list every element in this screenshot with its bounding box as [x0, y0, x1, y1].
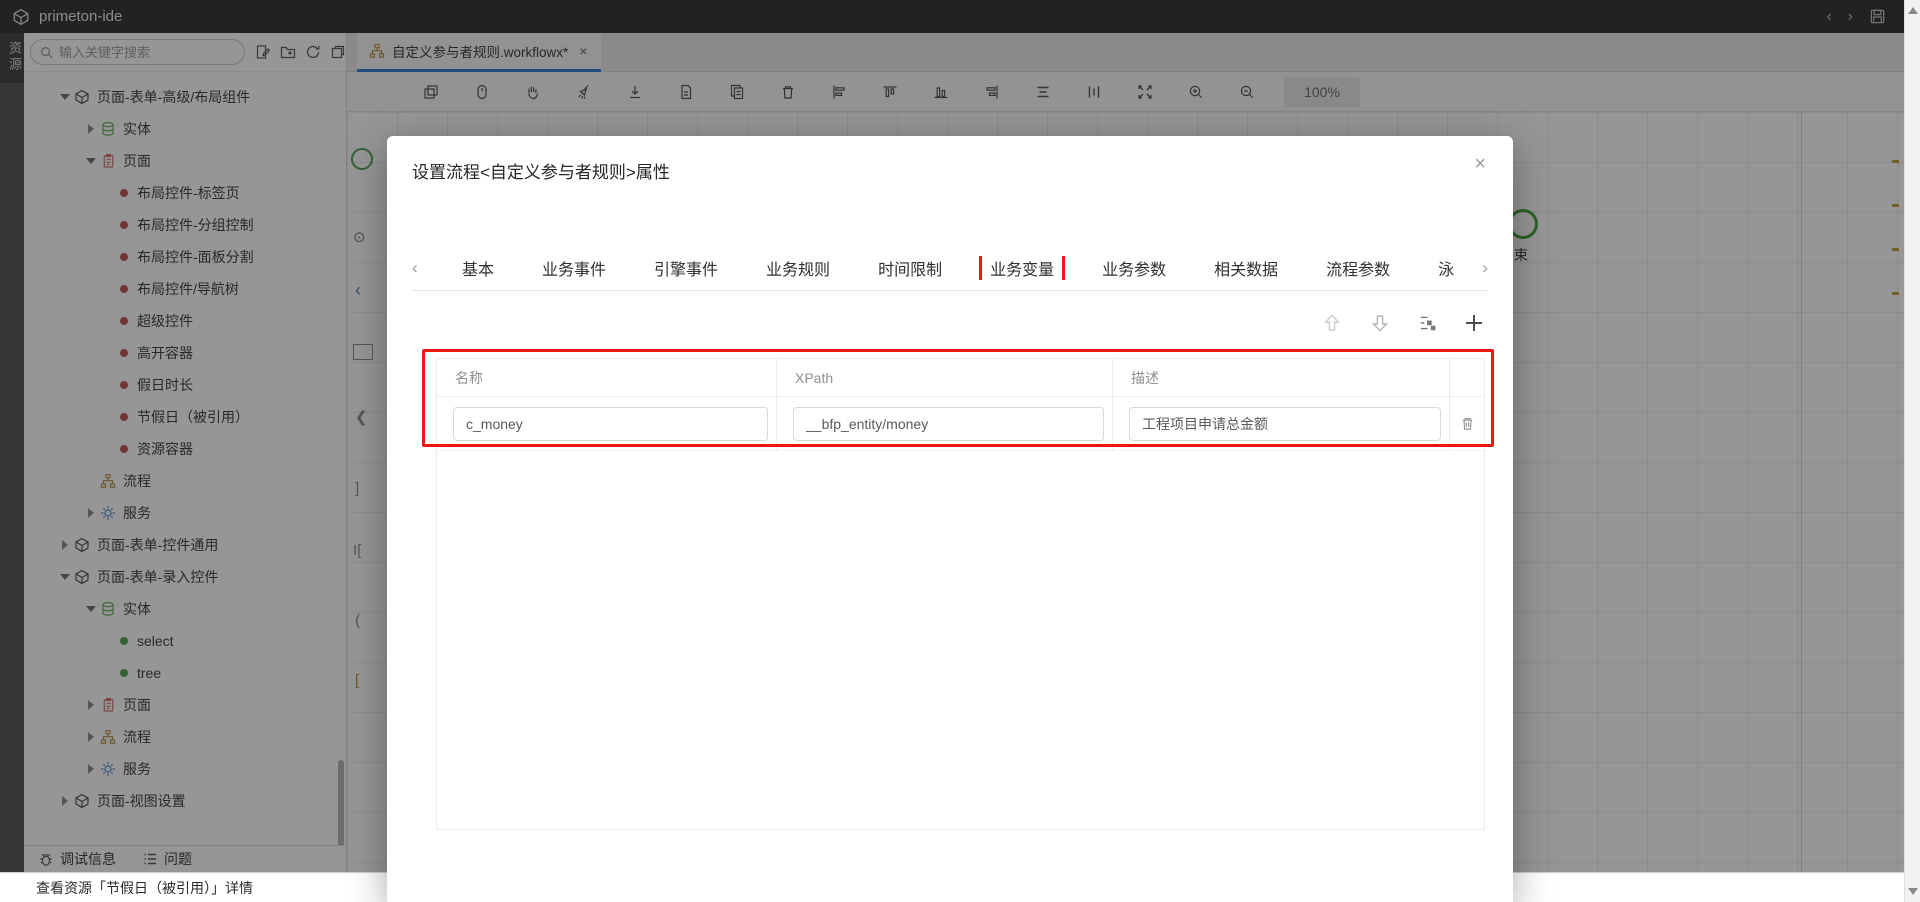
- application-window: primeton-ide ‹ › 资源: [0, 0, 1920, 902]
- column-header-actions: [1450, 359, 1484, 396]
- variable-xpath-input[interactable]: [793, 407, 1104, 441]
- window-scrollbar[interactable]: [1904, 0, 1920, 902]
- dialog-tab[interactable]: 业务事件: [542, 256, 606, 280]
- dialog-close-icon[interactable]: ×: [1474, 154, 1486, 174]
- process-properties-dialog: 设置流程<自定义参与者规则>属性 × ‹ 基本 业务事件 引擎事件 业务规则 时间限制 业…: [387, 136, 1513, 902]
- variable-name-input[interactable]: [453, 407, 768, 441]
- row-delete-button[interactable]: [1450, 397, 1484, 450]
- variable-description-input[interactable]: [1129, 407, 1441, 441]
- scroll-up-icon[interactable]: [1908, 7, 1918, 14]
- table-header: 名称 XPath 描述: [437, 359, 1484, 397]
- move-up-icon[interactable]: [1321, 312, 1343, 334]
- dialog-tab-active[interactable]: 业务变量: [990, 256, 1054, 280]
- dialog-tab[interactable]: 业务参数: [1102, 256, 1166, 280]
- variable-ops-toolbar: [1321, 312, 1485, 334]
- dialog-tab[interactable]: 泳: [1438, 256, 1454, 280]
- dialog-tab[interactable]: 相关数据: [1214, 256, 1278, 280]
- move-down-icon[interactable]: [1369, 312, 1391, 334]
- dialog-tab[interactable]: 引擎事件: [654, 256, 718, 280]
- tabs-scroll-right-icon[interactable]: ›: [1466, 258, 1488, 278]
- dialog-tab[interactable]: 业务规则: [766, 256, 830, 280]
- tabs-scroll-left-icon[interactable]: ‹: [412, 258, 434, 278]
- statusbar-text: 查看资源「节假日（被引用）」详情: [36, 878, 253, 898]
- dialog-title: 设置流程<自定义参与者规则>属性: [412, 158, 670, 183]
- scroll-down-icon[interactable]: [1908, 888, 1918, 895]
- dialog-tab[interactable]: 基本: [462, 256, 494, 280]
- dialog-tabbar: ‹ 基本 业务事件 引擎事件 业务规则 时间限制 业务变量 业务参数 相关数据 流程参数 泳 ›: [412, 246, 1488, 291]
- table-row: [437, 397, 1484, 451]
- variables-table: 名称 XPath 描述: [436, 358, 1485, 830]
- column-header-name: 名称: [437, 359, 777, 396]
- column-header-description: 描述: [1113, 359, 1450, 396]
- add-row-icon[interactable]: [1463, 312, 1485, 334]
- dialog-tab[interactable]: 流程参数: [1326, 256, 1390, 280]
- column-header-xpath: XPath: [777, 359, 1113, 396]
- batch-set-icon[interactable]: [1417, 313, 1437, 333]
- dialog-tab[interactable]: 时间限制: [878, 256, 942, 280]
